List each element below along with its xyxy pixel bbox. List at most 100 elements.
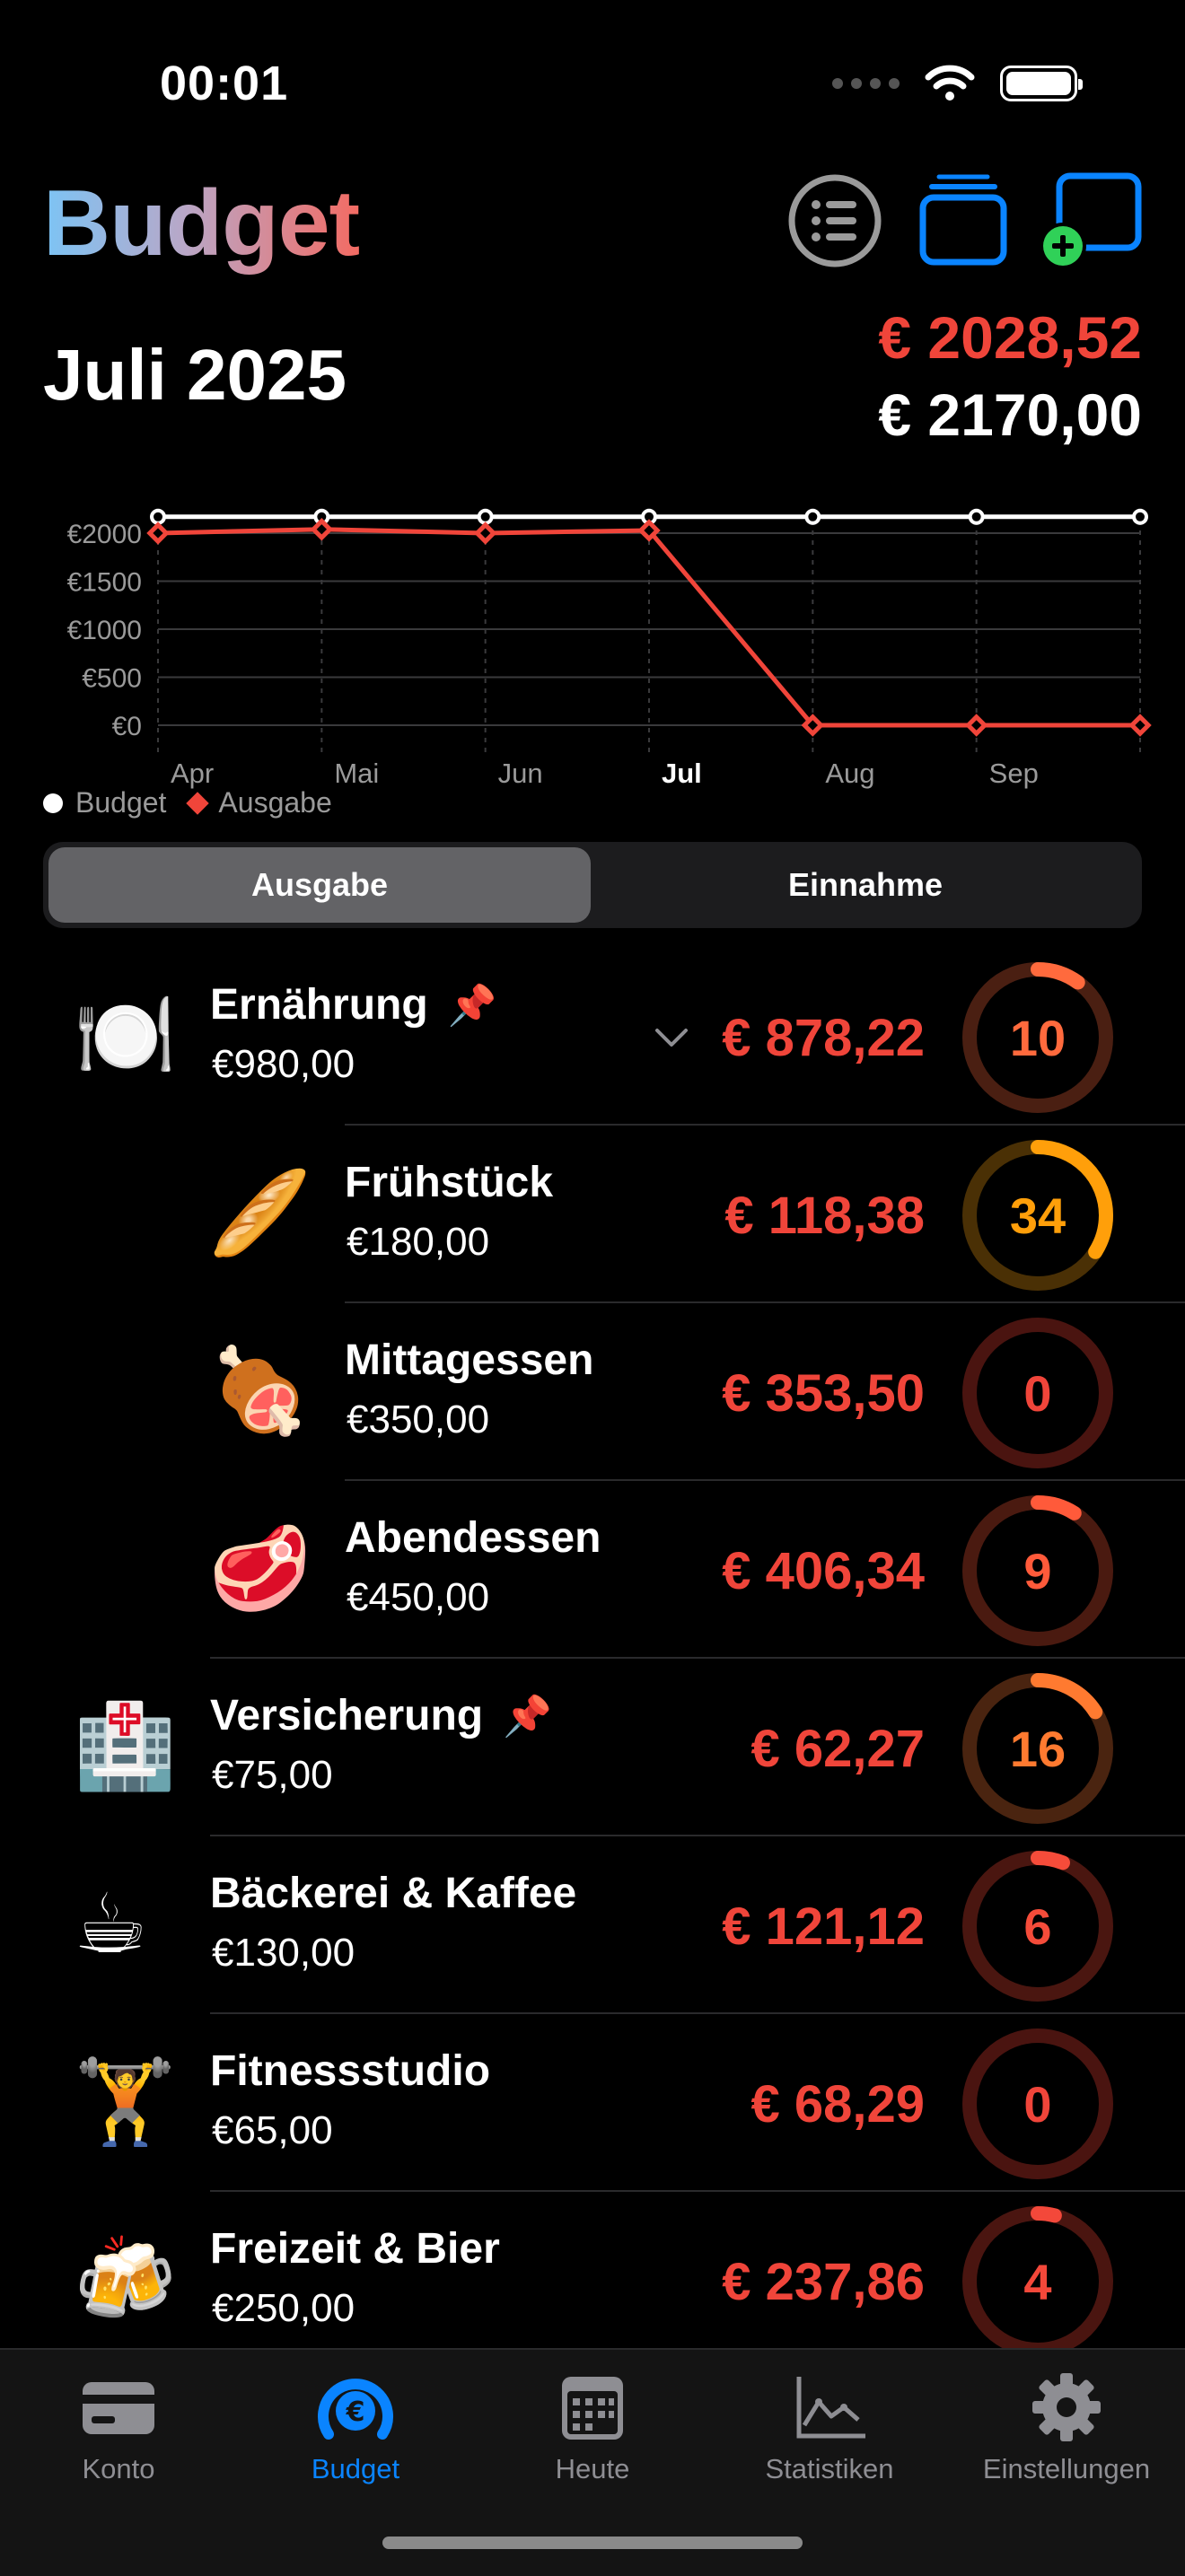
category-name: Mittagessen <box>345 1336 593 1386</box>
status-indicators <box>832 65 1083 102</box>
category-row[interactable]: 🍖 Mittagessen €350,00 € 353,50 0 <box>0 1303 1185 1481</box>
category-name: Frühstück <box>345 1158 553 1208</box>
progress-ring: 0 <box>959 1314 1117 1472</box>
progress-ring-value: 6 <box>1023 1897 1052 1955</box>
chevron-down-icon[interactable] <box>652 1018 691 1057</box>
category-budget: €75,00 <box>212 1753 333 1797</box>
x-tick-label: Jun <box>498 758 543 789</box>
tab-statistiken[interactable]: Statistiken <box>711 2371 948 2485</box>
category-name: Ernährung 📌 <box>210 980 496 1031</box>
tab-budget[interactable]: € Budget <box>237 2371 474 2485</box>
category-budget: €65,00 <box>212 2108 333 2152</box>
category-name: Freizeit & Bier <box>210 2224 500 2274</box>
category-name-text: Fitnessstudio <box>210 2047 491 2095</box>
category-row[interactable]: 🥖 Frühstück €180,00 € 118,38 34 <box>0 1126 1185 1303</box>
category-spent: € 406,34 <box>722 1542 925 1600</box>
x-tick-label: Aug <box>825 758 874 789</box>
calendar-icon <box>562 2377 623 2440</box>
progress-ring-value: 34 <box>1009 1187 1066 1244</box>
category-emoji-icon: 🏋️ <box>74 2056 177 2148</box>
progress-ring: 6 <box>959 1847 1117 2005</box>
category-row[interactable]: 🏋️ Fitnessstudio €65,00 € 68,29 0 <box>0 2014 1185 2192</box>
segment-income[interactable]: Einnahme <box>594 847 1137 923</box>
cellular-dots-icon <box>832 78 900 89</box>
add-category-button[interactable] <box>1040 171 1147 271</box>
wifi-icon <box>925 65 975 101</box>
category-spent: € 237,86 <box>722 2253 925 2311</box>
category-name-text: Bäckerei & Kaffee <box>210 1870 577 1917</box>
total-budget: € 2170,00 <box>878 381 1142 448</box>
home-indicator <box>382 2537 803 2549</box>
category-emoji-icon: ☕ <box>74 1879 148 1970</box>
category-emoji-icon: 🏥 <box>74 1701 177 1792</box>
category-name-text: Freizeit & Bier <box>210 2225 500 2273</box>
category-row[interactable]: 🍻 Freizeit & Bier €250,00 € 237,86 4 <box>0 2192 1185 2370</box>
progress-ring: 16 <box>959 1669 1117 1827</box>
segment-expense[interactable]: Ausgabe <box>48 847 591 923</box>
y-tick-label: €2000 <box>67 520 142 549</box>
total-spent: € 2028,52 <box>878 304 1142 371</box>
progress-ring-value: 9 <box>1023 1542 1052 1599</box>
tab-heute[interactable]: Heute <box>474 2371 711 2485</box>
category-emoji-icon: 🍽️ <box>74 990 177 1082</box>
category-emoji-icon: 🍖 <box>208 1345 312 1437</box>
pin-icon: 📌 <box>503 1695 552 1739</box>
svg-text:€: € <box>346 2396 365 2428</box>
category-name-text: Abendessen <box>345 1514 601 1562</box>
category-row[interactable]: 🍽️ Ernährung 📌 €980,00 € 878,22 10 <box>0 948 1185 1126</box>
tab-label: Einstellungen <box>982 2453 1151 2484</box>
category-name: Fitnessstudio <box>210 2046 490 2097</box>
category-budget: €250,00 <box>212 2286 356 2330</box>
status-time: 00:01 <box>160 57 289 110</box>
category-row[interactable]: 🥩 Abendessen €450,00 € 406,34 9 <box>0 1481 1185 1659</box>
category-name-text: Ernährung <box>210 981 428 1029</box>
x-tick-label: Apr <box>171 758 214 789</box>
category-name: Versicherung 📌 <box>210 1691 552 1742</box>
y-tick-label: €500 <box>82 664 142 694</box>
progress-ring-value: 0 <box>1023 1364 1052 1422</box>
category-spent: € 878,22 <box>722 1009 925 1067</box>
battery-icon <box>1000 66 1083 101</box>
legend-budget-marker <box>43 793 63 813</box>
month-label: Juli 2025 <box>43 335 347 415</box>
category-row[interactable]: ☕ Bäckerei & Kaffee €130,00 € 121,12 6 <box>0 1836 1185 2014</box>
category-name: Bäckerei & Kaffee <box>210 1869 576 1919</box>
category-name-text: Frühstück <box>345 1159 554 1206</box>
euro-gauge-icon: € <box>318 2379 393 2440</box>
card-icon <box>83 2382 154 2434</box>
y-tick-label: €0 <box>112 712 142 741</box>
page-title: Budget <box>43 171 360 276</box>
progress-ring: 0 <box>959 2025 1117 2183</box>
legend-expense-label: Ausgabe <box>218 786 332 819</box>
progress-ring: 4 <box>959 2203 1117 2361</box>
budget-chart: €2000 €1500 €1000 €500 €0 Apr Mai Jun Jul Aug Sep <box>67 508 1152 789</box>
x-tick-label: Jul <box>662 758 702 789</box>
progress-ring-value: 10 <box>1009 1009 1066 1066</box>
progress-ring-value: 0 <box>1023 2075 1052 2133</box>
tab-konto[interactable]: Konto <box>0 2371 237 2485</box>
category-row[interactable]: 🏥 Versicherung 📌 €75,00 € 62,27 16 <box>0 1659 1185 1836</box>
chart-legend: Budget Ausgabe <box>43 786 332 819</box>
category-emoji-icon: 🥩 <box>208 1523 312 1615</box>
y-tick-label: €1000 <box>67 616 142 645</box>
pin-icon: 📌 <box>447 984 497 1028</box>
progress-ring: 9 <box>959 1492 1117 1650</box>
progress-ring-value: 4 <box>1023 2253 1052 2310</box>
tab-einstellungen[interactable]: Einstellungen <box>948 2371 1185 2485</box>
tab-label: Konto <box>82 2453 155 2484</box>
category-budget: €130,00 <box>212 1931 356 1975</box>
category-spent: € 68,29 <box>750 2075 925 2134</box>
category-emoji-icon: 🍻 <box>74 2234 177 2326</box>
tab-label: Statistiken <box>765 2453 894 2484</box>
tab-label: Budget <box>311 2453 400 2484</box>
category-spent: € 121,12 <box>722 1897 925 1956</box>
chart-icon <box>796 2377 865 2439</box>
stack-button[interactable] <box>914 171 1014 271</box>
category-name: Abendessen <box>345 1513 601 1564</box>
category-spent: € 353,50 <box>722 1364 925 1423</box>
category-budget: €180,00 <box>347 1220 490 1264</box>
category-emoji-icon: 🥖 <box>208 1168 312 1259</box>
y-tick-label: €1500 <box>67 568 142 598</box>
legend-expense-marker <box>186 791 210 815</box>
list-button[interactable] <box>785 171 885 271</box>
